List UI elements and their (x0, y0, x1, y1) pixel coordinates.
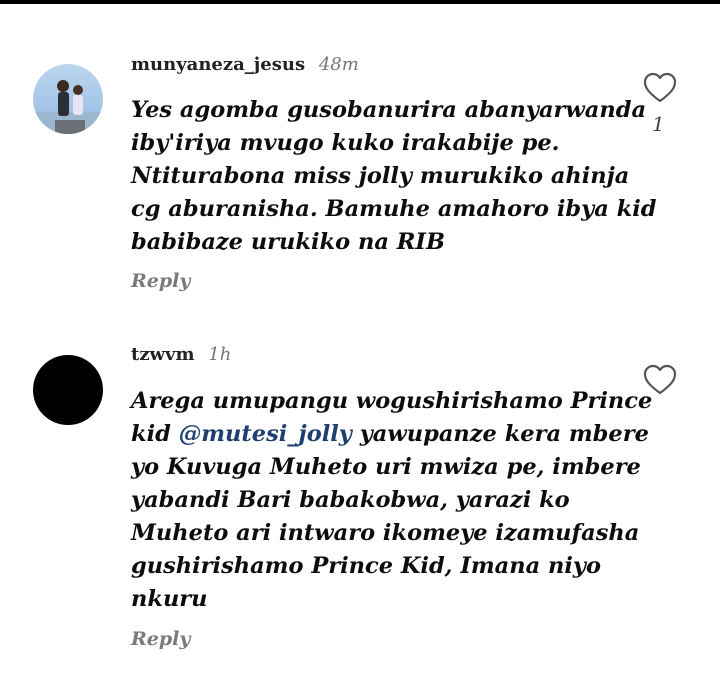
comment-line: Ntiturabona miss jolly murukiko ahinja (131, 163, 630, 189)
mention-link[interactable]: @mutesi_jolly (179, 421, 352, 447)
comment-line: yo Kuvuga Muheto uri mwiza pe, imbere (131, 454, 641, 480)
username[interactable]: munyaneza_jesus (131, 54, 305, 75)
like-count: 1 (652, 112, 665, 136)
comment-line: kid @mutesi_jolly yawupanze kera mbere (131, 418, 649, 451)
like-button[interactable] (643, 72, 677, 104)
username[interactable]: tzwvm (131, 344, 195, 365)
comment-line: cg aburanisha. Bamuhe amahoro ibya kid (131, 196, 657, 222)
comment-line: iby'iriya mvugo kuko irakabije pe. (131, 130, 560, 156)
comment-line: babibaze urukiko na RIB (131, 229, 445, 255)
comment-line: Yes agomba gusobanurira abanyarwanda (131, 97, 647, 123)
avatar[interactable] (33, 64, 103, 134)
comment-line: yabandi Bari babakobwa, yarazi ko (131, 487, 570, 513)
comment-word: kid (131, 421, 171, 447)
comment-word: yawupanze kera mbere (359, 421, 649, 447)
comment-text: Arega umupangu wogushirishamo Prince kid… (131, 385, 653, 616)
heart-outline-icon (643, 72, 677, 103)
timestamp: 48m (318, 54, 359, 75)
comment-line: Muheto ari intwaro ikomeye izamufasha (131, 520, 640, 546)
comment-line: Arega umupangu wogushirishamo Prince (131, 388, 653, 414)
comment-text: Yes agomba gusobanurira abanyarwanda iby… (131, 94, 657, 259)
like-button[interactable] (643, 364, 677, 396)
comment-line: nkuru (131, 586, 208, 612)
comment-meta: tzwvm 1h (131, 344, 231, 365)
comment-line: gushirishamo Prince Kid, Imana niyo (131, 553, 602, 579)
reply-button[interactable]: Reply (131, 628, 190, 650)
avatar[interactable] (33, 355, 103, 425)
timestamp: 1h (208, 344, 232, 365)
reply-button[interactable]: Reply (131, 270, 190, 292)
avatar-photo-icon (33, 80, 103, 134)
comment-meta: munyaneza_jesus 48m (131, 54, 359, 75)
top-divider (0, 0, 720, 4)
heart-outline-icon (643, 364, 677, 395)
